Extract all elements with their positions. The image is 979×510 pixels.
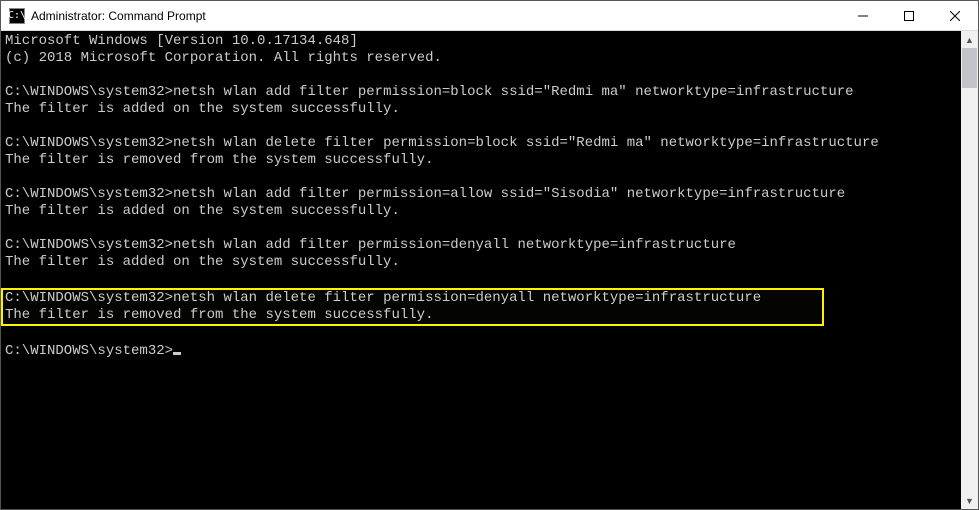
terminal-line: C:\WINDOWS\system32> [5, 343, 961, 360]
terminal-blank [5, 67, 961, 84]
close-button[interactable] [932, 1, 978, 31]
terminal-line: C:\WINDOWS\system32>netsh wlan delete fi… [5, 135, 961, 152]
terminal-line: The filter is added on the system succes… [5, 203, 961, 220]
terminal-line: The filter is removed from the system su… [5, 152, 961, 169]
terminal-line: (c) 2018 Microsoft Corporation. All righ… [5, 50, 961, 67]
terminal-line: Microsoft Windows [Version 10.0.17134.64… [5, 33, 961, 50]
prompt: C:\WINDOWS\system32> [5, 186, 173, 202]
output-text: The filter is removed from the system su… [5, 307, 433, 323]
command-text: netsh wlan add filter permission=allow s… [173, 186, 845, 202]
window-title: Administrator: Command Prompt [31, 9, 206, 23]
titlebar[interactable]: C:\ Administrator: Command Prompt [1, 1, 978, 31]
terminal-blank [5, 220, 961, 237]
minimize-button[interactable] [840, 1, 886, 31]
highlighted-block: C:\WINDOWS\system32>netsh wlan delete fi… [1, 288, 824, 326]
prompt: C:\WINDOWS\system32> [5, 135, 173, 151]
terminal-area: Microsoft Windows [Version 10.0.17134.64… [1, 31, 978, 509]
terminal-blank [5, 271, 961, 288]
vertical-scrollbar[interactable]: ▲ ▼ [961, 31, 978, 509]
scroll-down-button[interactable]: ▼ [961, 492, 978, 509]
command-text: netsh wlan add filter permission=denyall… [173, 237, 736, 253]
terminal-blank [5, 326, 961, 343]
terminal-output[interactable]: Microsoft Windows [Version 10.0.17134.64… [1, 31, 961, 509]
terminal-line: C:\WINDOWS\system32>netsh wlan add filte… [5, 186, 961, 203]
scroll-up-button[interactable]: ▲ [961, 31, 978, 48]
prompt: C:\WINDOWS\system32> [5, 237, 173, 253]
prompt: C:\WINDOWS\system32> [5, 84, 173, 100]
terminal-line: C:\WINDOWS\system32>netsh wlan delete fi… [5, 290, 820, 307]
terminal-line: The filter is added on the system succes… [5, 254, 961, 271]
maximize-button[interactable] [886, 1, 932, 31]
prompt: C:\WINDOWS\system32> [5, 343, 173, 359]
terminal-line: The filter is added on the system succes… [5, 101, 961, 118]
scrollbar-thumb[interactable] [962, 48, 977, 88]
command-text: netsh wlan delete filter permission=deny… [173, 290, 761, 306]
command-text: netsh wlan add filter permission=block s… [173, 84, 854, 100]
terminal-line: The filter is removed from the system su… [5, 307, 820, 324]
cmd-icon: C:\ [9, 8, 25, 24]
command-text: netsh wlan delete filter permission=bloc… [173, 135, 879, 151]
terminal-blank [5, 118, 961, 135]
terminal-blank [5, 169, 961, 186]
terminal-line: C:\WINDOWS\system32>netsh wlan add filte… [5, 237, 961, 254]
terminal-line: C:\WINDOWS\system32>netsh wlan add filte… [5, 84, 961, 101]
command-prompt-window: C:\ Administrator: Command Prompt Micros… [0, 0, 979, 510]
scrollbar-track[interactable] [961, 48, 978, 492]
cursor [173, 352, 181, 355]
prompt: C:\WINDOWS\system32> [5, 290, 173, 306]
